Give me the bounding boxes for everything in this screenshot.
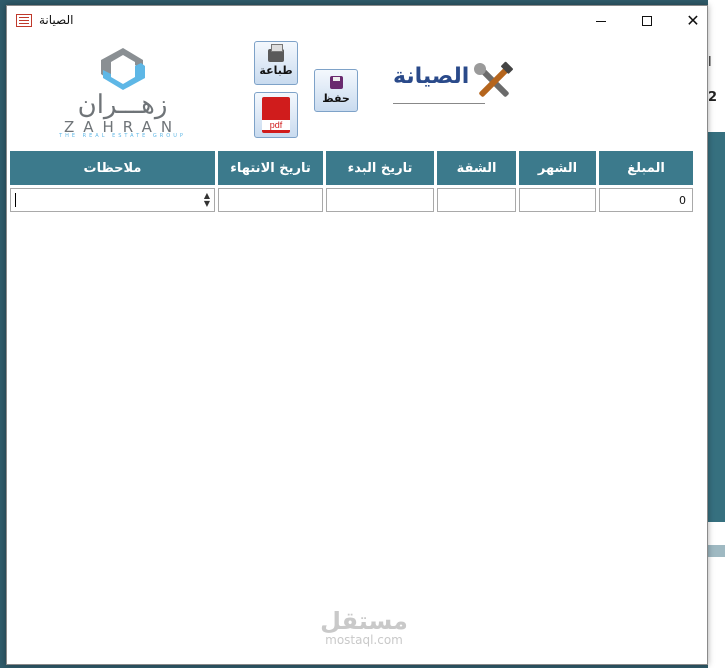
background-text-fragment: ا <box>708 55 712 70</box>
window-title: الصيانة <box>39 13 74 27</box>
background-app: ا 2 <box>708 0 725 668</box>
logo-mark-icon <box>101 48 145 90</box>
form-title: الصيانة <box>393 64 470 89</box>
close-icon: ✕ <box>686 11 700 30</box>
month-field[interactable] <box>519 188 596 212</box>
title-bar[interactable]: الصيانة ✕ <box>7 6 707 36</box>
chevron-down-icon[interactable]: ▼ <box>204 200 210 208</box>
column-header-end-date: تاريخ الانتهاء <box>218 151 323 185</box>
apartment-field[interactable] <box>437 188 516 212</box>
pdf-file-icon: pdf <box>262 97 290 133</box>
watermark-arabic: مستقل <box>320 607 408 635</box>
spin-control[interactable]: ▲ ▼ <box>204 192 210 208</box>
maximize-icon <box>642 16 652 26</box>
notes-field[interactable]: ▲ ▼ <box>10 188 215 212</box>
watermark-url: mostaql.com <box>325 633 403 647</box>
start-date-field[interactable] <box>326 188 434 212</box>
text-caret <box>15 193 16 207</box>
printer-icon <box>268 44 284 62</box>
export-pdf-button[interactable]: pdf <box>254 92 298 138</box>
minimize-icon <box>596 20 606 22</box>
column-header-start-date: تاريخ البدء <box>326 151 434 185</box>
close-button[interactable]: ✕ <box>670 6 716 36</box>
pdf-icon-label: pdf <box>262 120 290 130</box>
column-header-notes: ملاحظات <box>10 151 215 185</box>
watermark: مستقل mostaql.com <box>319 608 409 647</box>
print-button[interactable]: طباعة <box>254 41 298 85</box>
form-icon <box>16 14 32 27</box>
title-underline <box>393 103 485 104</box>
background-text-fragment: 2 <box>708 90 718 105</box>
column-header-apartment: الشقة <box>437 151 516 185</box>
maintenance-window: الصيانة ✕ زهـــران ZAHRAN THE REAL ESTAT… <box>6 5 708 665</box>
save-disk-icon <box>329 76 343 89</box>
logo-tagline: THE REAL ESTATE GROUP <box>59 133 186 139</box>
column-header-amount: المبلغ <box>599 151 693 185</box>
column-header-month: الشهر <box>519 151 596 185</box>
logo-arabic-text: زهـــران <box>77 90 168 120</box>
save-button[interactable]: حفظ <box>314 69 358 112</box>
tools-icon <box>474 61 513 97</box>
company-logo: زهـــران ZAHRAN THE REAL ESTATE GROUP <box>35 46 210 139</box>
minimize-button[interactable] <box>578 6 624 36</box>
end-date-field[interactable] <box>218 188 323 212</box>
print-button-label: طباعة <box>259 64 293 77</box>
maximize-button[interactable] <box>624 6 670 36</box>
amount-field[interactable]: 0 <box>599 188 693 212</box>
save-button-label: حفظ <box>322 92 350 105</box>
